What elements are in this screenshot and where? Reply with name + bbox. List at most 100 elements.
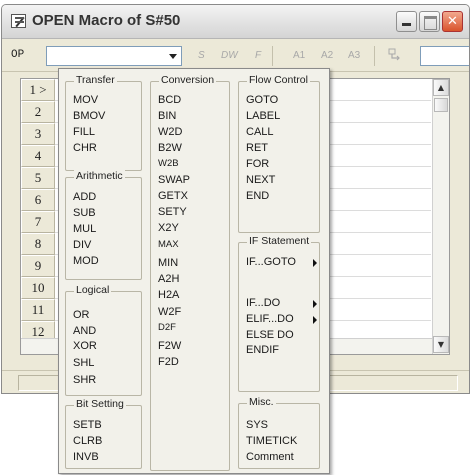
group-logical: Logical OR AND XOR SHL SHR bbox=[65, 284, 142, 396]
group-label: Logical bbox=[74, 284, 112, 296]
group-arithmetic: Arithmetic ADD SUB MUL DIV MOD bbox=[65, 170, 142, 280]
group-misc: Misc. SYS TIMETICK Comment bbox=[238, 396, 320, 469]
menu-item-if-goto[interactable]: IF...GOTO bbox=[246, 255, 296, 269]
menu-item-mul[interactable]: MUL bbox=[73, 222, 96, 236]
row-number[interactable]: 9 bbox=[21, 255, 55, 277]
menu-item-d2f[interactable]: D2F bbox=[158, 321, 176, 335]
menu-item-sys[interactable]: SYS bbox=[246, 418, 268, 432]
minimize-button[interactable] bbox=[396, 11, 417, 32]
group-label: Arithmetic bbox=[74, 170, 125, 182]
menu-item-call[interactable]: CALL bbox=[246, 125, 274, 139]
menu-item-timetick[interactable]: TIMETICK bbox=[246, 434, 297, 448]
tool-a2-button[interactable]: A2 bbox=[321, 50, 333, 61]
group-label: Bit Setting bbox=[74, 398, 126, 410]
menu-item-label[interactable]: LABEL bbox=[246, 109, 280, 123]
menu-item-b2w[interactable]: B2W bbox=[158, 141, 182, 155]
menu-item-x2y[interactable]: X2Y bbox=[158, 221, 179, 235]
menu-item-fill[interactable]: FILL bbox=[73, 125, 95, 139]
menu-item-getx[interactable]: GETX bbox=[158, 189, 188, 203]
group-label: Transfer bbox=[74, 74, 117, 86]
group-label: Conversion bbox=[159, 74, 217, 86]
submenu-arrow-icon bbox=[313, 316, 317, 324]
tool-s-button[interactable]: S bbox=[198, 50, 205, 61]
dropdown-arrow-icon[interactable] bbox=[169, 54, 177, 59]
menu-item-div[interactable]: DIV bbox=[73, 238, 91, 252]
menu-item-mod[interactable]: MOD bbox=[73, 254, 99, 268]
group-flow-control: Flow Control GOTO LABEL CALL RET FOR NEX… bbox=[238, 74, 320, 233]
menu-item-add[interactable]: ADD bbox=[73, 190, 96, 204]
menu-item-else-do[interactable]: ELSE DO bbox=[246, 328, 294, 342]
menu-item-max[interactable]: MAX bbox=[158, 238, 179, 252]
menu-item-comment[interactable]: Comment bbox=[246, 450, 294, 464]
menu-item-shl[interactable]: SHL bbox=[73, 356, 94, 370]
op-label: OP bbox=[11, 49, 25, 61]
menu-item-shr[interactable]: SHR bbox=[73, 373, 96, 387]
title-bar[interactable]: OPEN Macro of S#50 ✕ bbox=[2, 5, 469, 39]
menu-item-bin[interactable]: BIN bbox=[158, 109, 176, 123]
edit-document-icon bbox=[11, 14, 26, 28]
row-number[interactable]: 5 bbox=[21, 167, 55, 189]
group-label: Misc. bbox=[247, 396, 276, 408]
menu-item-for[interactable]: FOR bbox=[246, 157, 269, 171]
menu-item-invb[interactable]: INVB bbox=[73, 450, 99, 464]
menu-item-bcd[interactable]: BCD bbox=[158, 93, 181, 107]
op-combobox[interactable] bbox=[46, 46, 182, 66]
menu-item-ret[interactable]: RET bbox=[246, 141, 268, 155]
menu-item-sub[interactable]: SUB bbox=[73, 206, 96, 220]
tool-a3-button[interactable]: A3 bbox=[348, 50, 360, 61]
submenu-arrow-icon bbox=[313, 259, 317, 267]
menu-item-sety[interactable]: SETY bbox=[158, 205, 187, 219]
group-label: IF Statement bbox=[247, 235, 312, 247]
menu-item-or[interactable]: OR bbox=[73, 308, 90, 322]
window-title: OPEN Macro of S#50 bbox=[32, 12, 181, 29]
row-number[interactable]: 3 bbox=[21, 123, 55, 145]
tool-dw-button[interactable]: DW bbox=[221, 50, 238, 61]
row-number[interactable]: 8 bbox=[21, 233, 55, 255]
menu-item-min[interactable]: MIN bbox=[158, 256, 178, 270]
submenu-arrow-icon bbox=[313, 300, 317, 308]
menu-item-endif[interactable]: ENDIF bbox=[246, 343, 279, 357]
insert-arrow-icon[interactable] bbox=[388, 48, 402, 62]
menu-item-f2d[interactable]: F2D bbox=[158, 355, 179, 369]
row-number[interactable]: 7 bbox=[21, 211, 55, 233]
menu-item-f2w[interactable]: F2W bbox=[158, 339, 181, 353]
menu-item-a2h[interactable]: A2H bbox=[158, 272, 179, 286]
menu-item-w2f[interactable]: W2F bbox=[158, 305, 181, 319]
row-number[interactable]: 1 > bbox=[21, 79, 55, 101]
toolbar-separator bbox=[272, 46, 273, 66]
scroll-thumb[interactable] bbox=[434, 98, 448, 112]
menu-item-xor[interactable]: XOR bbox=[73, 339, 97, 353]
scroll-up-icon[interactable]: ▲ bbox=[433, 79, 449, 96]
row-number[interactable]: 6 bbox=[21, 189, 55, 211]
close-button[interactable]: ✕ bbox=[442, 11, 463, 32]
row-number[interactable]: 10 bbox=[21, 277, 55, 299]
menu-item-swap[interactable]: SWAP bbox=[158, 173, 190, 187]
menu-item-w2b[interactable]: W2B bbox=[158, 157, 179, 171]
tool-f-button[interactable]: F bbox=[255, 50, 261, 61]
toolbar-separator bbox=[374, 46, 375, 66]
tool-a1-button[interactable]: A1 bbox=[293, 50, 305, 61]
menu-item-clrb[interactable]: CLRB bbox=[73, 434, 102, 448]
menu-item-end[interactable]: END bbox=[246, 189, 269, 203]
row-number[interactable]: 4 bbox=[21, 145, 55, 167]
menu-item-next[interactable]: NEXT bbox=[246, 173, 275, 187]
row-number[interactable]: 11 bbox=[21, 299, 55, 321]
maximize-button[interactable] bbox=[419, 11, 440, 32]
menu-item-goto[interactable]: GOTO bbox=[246, 93, 278, 107]
menu-item-h2a[interactable]: H2A bbox=[158, 288, 179, 302]
row-number[interactable]: 2 bbox=[21, 101, 55, 123]
vertical-scrollbar[interactable]: ▲ ▼ bbox=[432, 79, 449, 354]
menu-item-if-do[interactable]: IF...DO bbox=[246, 296, 280, 310]
menu-item-mov[interactable]: MOV bbox=[73, 93, 98, 107]
menu-item-and[interactable]: AND bbox=[73, 324, 96, 338]
parameter-field[interactable] bbox=[420, 46, 469, 66]
menu-item-chr[interactable]: CHR bbox=[73, 141, 97, 155]
group-transfer: Transfer MOV BMOV FILL CHR bbox=[65, 74, 142, 171]
group-bit-setting: Bit Setting SETB CLRB INVB bbox=[65, 398, 142, 469]
scroll-down-icon[interactable]: ▼ bbox=[433, 336, 449, 353]
menu-item-w2d[interactable]: W2D bbox=[158, 125, 182, 139]
menu-item-setb[interactable]: SETB bbox=[73, 418, 102, 432]
menu-item-bmov[interactable]: BMOV bbox=[73, 109, 105, 123]
group-if-statement: IF Statement IF...GOTO IF...DO ELIF...DO… bbox=[238, 235, 320, 392]
menu-item-elif-do[interactable]: ELIF...DO bbox=[246, 312, 294, 326]
